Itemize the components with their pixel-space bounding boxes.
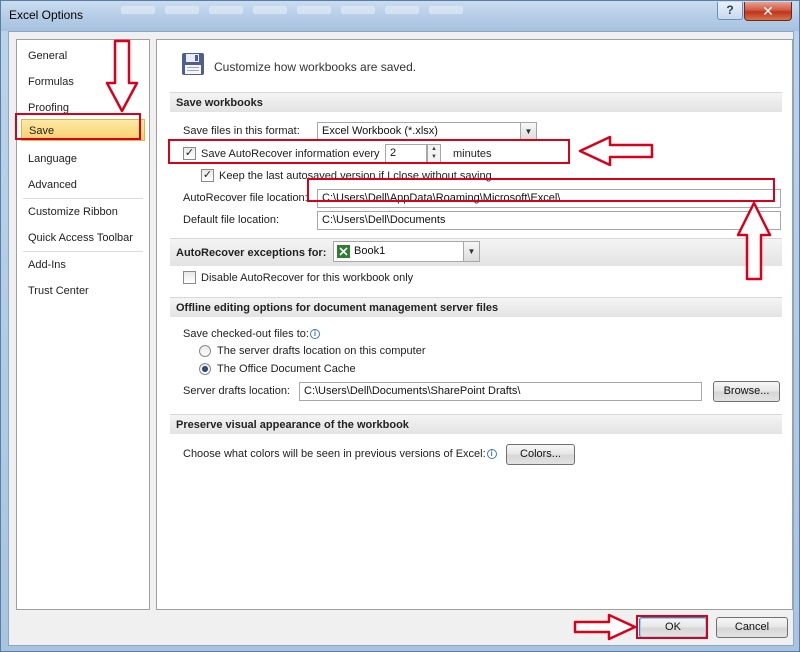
exceptions-workbook-value: Book1	[354, 245, 386, 257]
nav-item-add-ins[interactable]: Add-Ins	[21, 254, 145, 276]
cancel-button[interactable]: Cancel	[716, 617, 788, 638]
annotation-arrow-right-icon	[573, 613, 637, 641]
annotation-box-ok	[636, 615, 708, 639]
server-drafts-label: Server drafts location:	[183, 385, 290, 397]
annotation-arrow-left-icon	[578, 135, 654, 167]
annotation-arrow-up-icon	[736, 201, 772, 281]
disable-autorecover-checkbox[interactable]	[183, 271, 196, 284]
title-bar: Excel Options ? ✕	[1, 1, 799, 31]
keep-last-version-checkbox[interactable]: ✓	[201, 169, 214, 182]
checked-out-label: Save checked-out files to: i	[183, 328, 320, 340]
save-format-label: Save files in this format:	[183, 125, 300, 137]
nav-item-trust-center[interactable]: Trust Center	[21, 280, 145, 302]
default-location-input[interactable]: C:\Users\Dell\Documents	[317, 211, 781, 230]
page-heading: Customize how workbooks are saved.	[214, 60, 417, 74]
exceptions-workbook-select[interactable]: Book1 ▼	[333, 241, 480, 262]
section-header-preserve-visual: Preserve visual appearance of the workbo…	[170, 414, 782, 434]
excel-options-window: Excel Options ? ✕ General Formulas Proof…	[0, 0, 800, 652]
checked-out-label-text: Save checked-out files to:	[183, 328, 309, 340]
floppy-disk-icon	[182, 53, 204, 75]
colors-question-label: Choose what colors will be seen in previ…	[183, 448, 497, 460]
info-icon: i	[486, 449, 497, 460]
disable-autorecover-label: Disable AutoRecover for this workbook on…	[201, 272, 414, 284]
browse-button[interactable]: Browse...	[713, 381, 780, 402]
section-header-save-workbooks: Save workbooks	[170, 92, 782, 112]
nav-item-language[interactable]: Language	[21, 148, 145, 170]
save-format-value: Excel Workbook (*.xlsx)	[322, 125, 438, 137]
colors-button[interactable]: Colors...	[506, 444, 575, 465]
annotation-box-file-location	[307, 178, 775, 202]
annotation-box-save	[15, 113, 141, 140]
help-button[interactable]: ?	[717, 2, 743, 20]
autorecover-exceptions-label: AutoRecover exceptions for:	[176, 247, 327, 259]
background-ribbon-tabs	[121, 3, 541, 17]
radio-server-drafts[interactable]	[199, 345, 211, 357]
autorecover-location-label: AutoRecover file location:	[183, 192, 308, 204]
nav-separator	[23, 251, 143, 252]
server-drafts-input[interactable]: C:\Users\Dell\Documents\SharePoint Draft…	[299, 382, 702, 401]
annotation-box-autorecover	[168, 139, 570, 164]
nav-item-customize-ribbon[interactable]: Customize Ribbon	[21, 201, 145, 223]
radio-office-document-cache-label: The Office Document Cache	[217, 363, 356, 375]
nav-item-quick-access-toolbar[interactable]: Quick Access Toolbar	[21, 227, 145, 249]
nav-separator	[23, 198, 143, 199]
excel-workbook-icon	[337, 245, 350, 258]
window-title: Excel Options	[9, 8, 84, 22]
annotation-arrow-down-icon	[105, 39, 139, 113]
close-button[interactable]: ✕	[744, 2, 792, 21]
chevron-down-icon[interactable]: ▼	[463, 242, 479, 261]
radio-office-document-cache[interactable]	[199, 363, 211, 375]
info-icon: i	[309, 329, 320, 340]
section-header-offline-editing: Offline editing options for document man…	[170, 297, 782, 317]
save-options-panel: Customize how workbooks are saved. Save …	[156, 39, 793, 610]
default-location-label: Default file location:	[183, 214, 279, 226]
colors-question-text: Choose what colors will be seen in previ…	[183, 448, 486, 460]
nav-item-advanced[interactable]: Advanced	[21, 174, 145, 196]
chevron-down-icon[interactable]: ▼	[520, 123, 536, 140]
radio-server-drafts-label: The server drafts location on this compu…	[217, 345, 426, 357]
